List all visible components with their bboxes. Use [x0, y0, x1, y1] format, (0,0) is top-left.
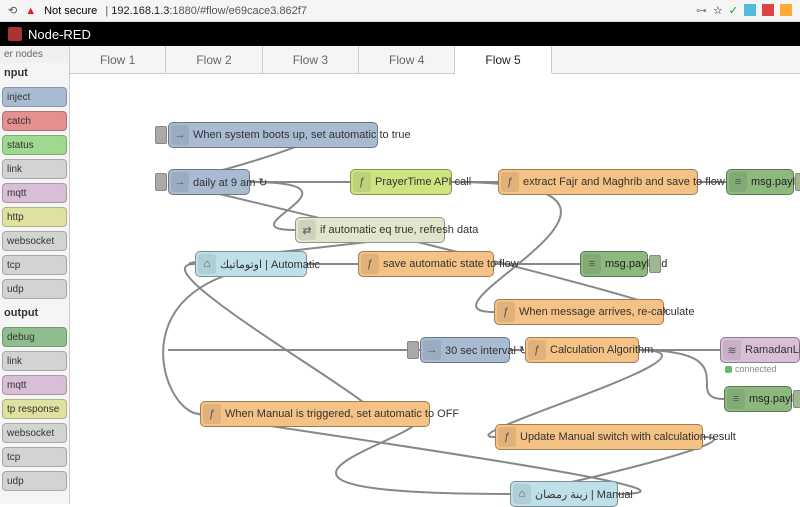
switch-icon: ⇄ [298, 220, 316, 240]
node-automatic-switch[interactable]: ⌂اوتوماتيك | Automatic [195, 251, 307, 277]
mqtt-icon: ≋ [723, 340, 741, 360]
palette-node-link[interactable]: link [2, 351, 67, 371]
node-debug-2[interactable]: ≡msg.payload [580, 251, 648, 277]
palette-node-mqtt[interactable]: mqtt [2, 183, 67, 203]
node-calculation[interactable]: ƒCalculation Algorithm [525, 337, 639, 363]
function-icon: ƒ [361, 254, 379, 274]
not-secure-label: Not secure [44, 5, 97, 17]
ext-icon-3[interactable] [780, 4, 792, 16]
palette-category-input: nput [0, 63, 69, 83]
palette-node-tcp[interactable]: tcp [2, 447, 67, 467]
node-daily-inject[interactable]: →daily at 9 am ↻ [168, 169, 250, 195]
node-prayer-api[interactable]: ƒPrayerTime API call [350, 169, 452, 195]
inject-button[interactable] [155, 126, 167, 144]
palette-node-udp[interactable]: udp [2, 279, 67, 299]
debug-icon: ≡ [729, 172, 747, 192]
palette-node-catch[interactable]: catch [2, 111, 67, 131]
palette-node-link[interactable]: link [2, 159, 67, 179]
function-icon: ƒ [353, 172, 371, 192]
check-icon[interactable]: ✓ [729, 4, 738, 17]
insecure-warning-icon: ▲ [25, 5, 36, 17]
tab-flow-5[interactable]: Flow 5 [455, 46, 551, 74]
debug-toggle[interactable] [649, 255, 661, 273]
palette-node-udp[interactable]: udp [2, 471, 67, 491]
url-display[interactable]: | 192.168.1.3:1880/#flow/e69cace3.862f7 [105, 5, 307, 17]
node-ramadan-lights[interactable]: ≋RamadanLightsconnected [720, 337, 800, 363]
palette-node-tp response[interactable]: tp response [2, 399, 67, 419]
palette-category-output: output [0, 303, 69, 323]
node-manual-switch[interactable]: ⌂زينة رمضان | Manual [510, 481, 618, 507]
flow-editor[interactable]: Flow 1Flow 2Flow 3Flow 4Flow 5 [70, 46, 800, 504]
function-icon: ƒ [528, 340, 546, 360]
reload-icon[interactable]: ⟲ [8, 4, 17, 17]
node-save-state[interactable]: ƒsave automatic state to flow [358, 251, 494, 277]
tab-flow-4[interactable]: Flow 4 [359, 46, 455, 73]
ext-icon-1[interactable] [744, 4, 756, 16]
palette-node-http[interactable]: http [2, 207, 67, 227]
debug-toggle[interactable] [795, 173, 800, 191]
palette-node-mqtt[interactable]: mqtt [2, 375, 67, 395]
node-interval-inject[interactable]: →30 sec interval ↻ [420, 337, 510, 363]
inject-button[interactable] [155, 173, 167, 191]
node-manual-off[interactable]: ƒWhen Manual is triggered, set automatic… [200, 401, 430, 427]
palette-node-status[interactable]: status [2, 135, 67, 155]
key-icon[interactable]: ⊶ [696, 4, 707, 17]
debug-toggle[interactable] [793, 390, 800, 408]
browser-address-bar: ⟲ ▲ Not secure | 192.168.1.3:1880/#flow/… [0, 0, 800, 22]
inject-icon: → [171, 125, 189, 145]
palette-node-tcp[interactable]: tcp [2, 255, 67, 275]
function-icon: ƒ [501, 172, 519, 192]
tab-flow-3[interactable]: Flow 3 [263, 46, 359, 73]
star-icon[interactable]: ☆ [713, 4, 723, 17]
function-icon: ƒ [497, 302, 515, 322]
app-title: Node-RED [28, 27, 91, 42]
palette-node-debug[interactable]: debug [2, 327, 67, 347]
inject-button[interactable] [407, 341, 419, 359]
debug-icon: ≡ [583, 254, 601, 274]
palette-node-websocket[interactable]: websocket [2, 423, 67, 443]
flow-tabs: Flow 1Flow 2Flow 3Flow 4Flow 5 [70, 46, 800, 74]
node-debug-1[interactable]: ≡msg.payload [726, 169, 794, 195]
app-logo [8, 27, 22, 41]
node-if-automatic[interactable]: ⇄if automatic eq true, refresh data [295, 217, 445, 243]
flow-canvas[interactable]: →When system boots up, set automatic to … [70, 74, 800, 504]
node-palette[interactable]: er nodes nput inject catch status link mqtt h… [0, 46, 70, 504]
node-extract[interactable]: ƒextract Fajr and Maghrib and save to fl… [498, 169, 698, 195]
palette-node-inject[interactable]: inject [2, 87, 67, 107]
node-boot-inject[interactable]: →When system boots up, set automatic to … [168, 122, 378, 148]
node-status: connected [725, 364, 777, 374]
debug-icon: ≡ [727, 389, 745, 409]
function-icon: ƒ [203, 404, 221, 424]
palette-node-websocket[interactable]: websocket [2, 231, 67, 251]
tab-flow-1[interactable]: Flow 1 [70, 46, 166, 73]
ext-icon-2[interactable] [762, 4, 774, 16]
homekit-icon: ⌂ [198, 254, 216, 274]
node-debug-3[interactable]: ≡msg.payload [724, 386, 792, 412]
palette-filter[interactable]: er nodes [0, 46, 69, 63]
homekit-icon: ⌂ [513, 484, 531, 504]
function-icon: ƒ [498, 427, 516, 447]
tab-flow-2[interactable]: Flow 2 [166, 46, 262, 73]
app-header: Node-RED [0, 22, 800, 46]
node-recalculate[interactable]: ƒWhen message arrives, re-calculate [494, 299, 664, 325]
inject-icon: → [171, 172, 189, 192]
node-update-manual[interactable]: ƒUpdate Manual switch with calculation r… [495, 424, 703, 450]
inject-icon: → [423, 340, 441, 360]
